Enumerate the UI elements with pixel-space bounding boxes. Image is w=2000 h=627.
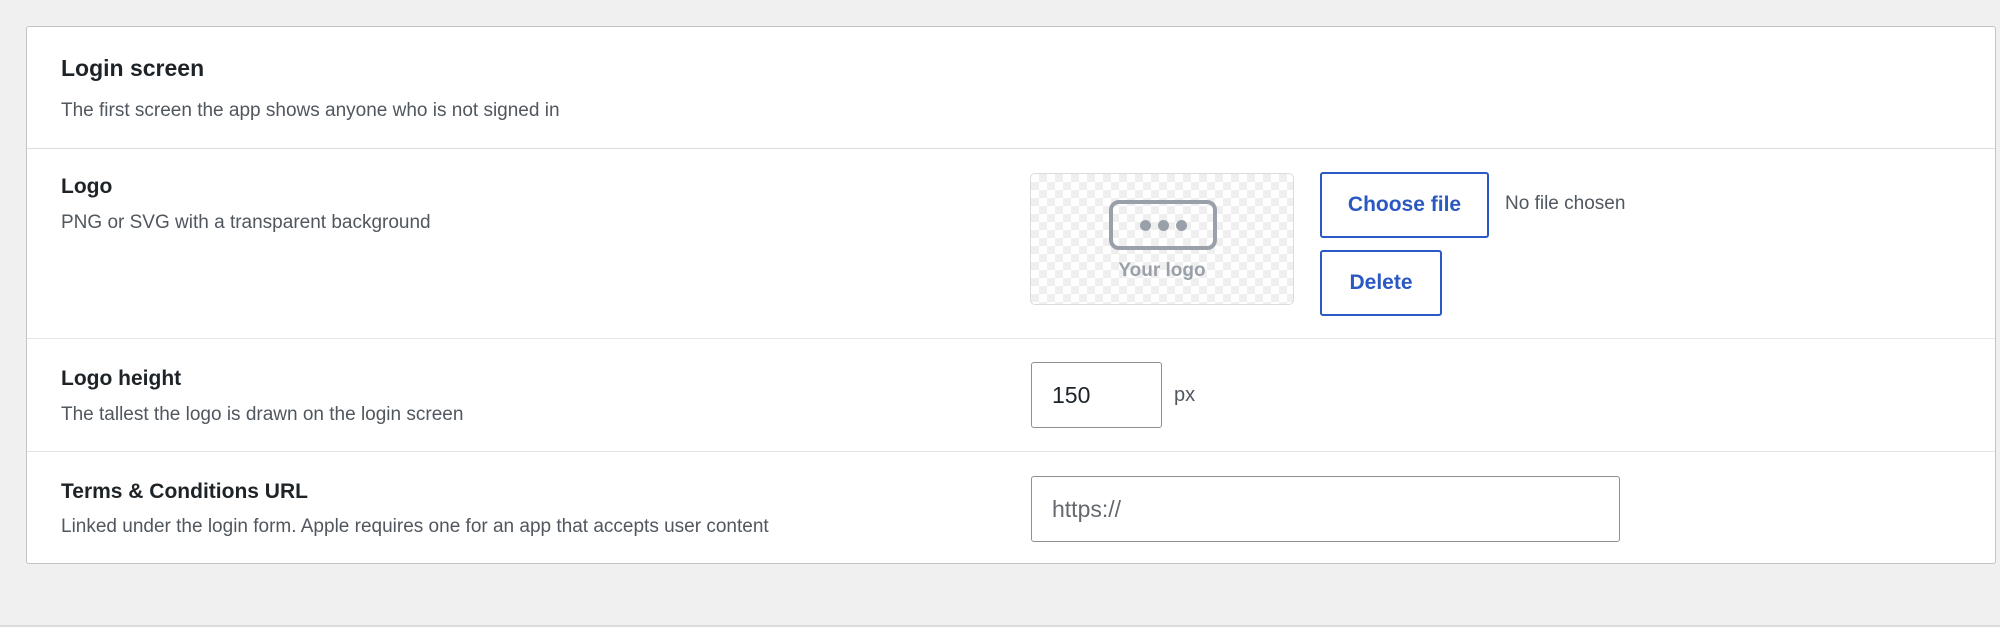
terms-url-label: Terms & Conditions URL xyxy=(61,480,308,503)
logo-preview: Your logo xyxy=(1030,173,1294,305)
logo-setting-row: Logo PNG or SVG with a transparent backg… xyxy=(27,149,1995,339)
logo-height-setting-row: Logo height The tallest the logo is draw… xyxy=(27,339,1995,452)
logo-preview-caption: Your logo xyxy=(1118,260,1206,281)
terms-url-placeholder: https:// xyxy=(1052,495,1122,522)
section-header: Login screen The first screen the app sh… xyxy=(27,27,1995,149)
login-screen-settings-panel: Login screen The first screen the app sh… xyxy=(26,26,1996,564)
section-description: The first screen the app shows anyone wh… xyxy=(61,100,560,121)
section-title: Login screen xyxy=(61,55,205,81)
terms-url-setting-row: Terms & Conditions URL Linked under the … xyxy=(27,452,1995,565)
delete-logo-button[interactable]: Delete xyxy=(1320,250,1442,316)
file-status-text: No file chosen xyxy=(1505,193,1626,214)
choose-file-button[interactable]: Choose file xyxy=(1320,172,1489,238)
logo-height-input[interactable]: 150 xyxy=(1031,362,1162,428)
logo-height-value: 150 xyxy=(1052,381,1091,408)
logo-height-unit: px xyxy=(1174,384,1196,406)
logo-description: PNG or SVG with a transparent background xyxy=(61,212,431,233)
logo-height-label: Logo height xyxy=(61,367,182,390)
terms-url-input[interactable]: https:// xyxy=(1031,476,1620,542)
logo-label: Logo xyxy=(61,175,113,198)
logo-height-description: The tallest the logo is drawn on the log… xyxy=(61,404,464,425)
terms-url-description: Linked under the login form. Apple requi… xyxy=(61,516,769,537)
logo-placeholder-icon xyxy=(1109,200,1217,250)
